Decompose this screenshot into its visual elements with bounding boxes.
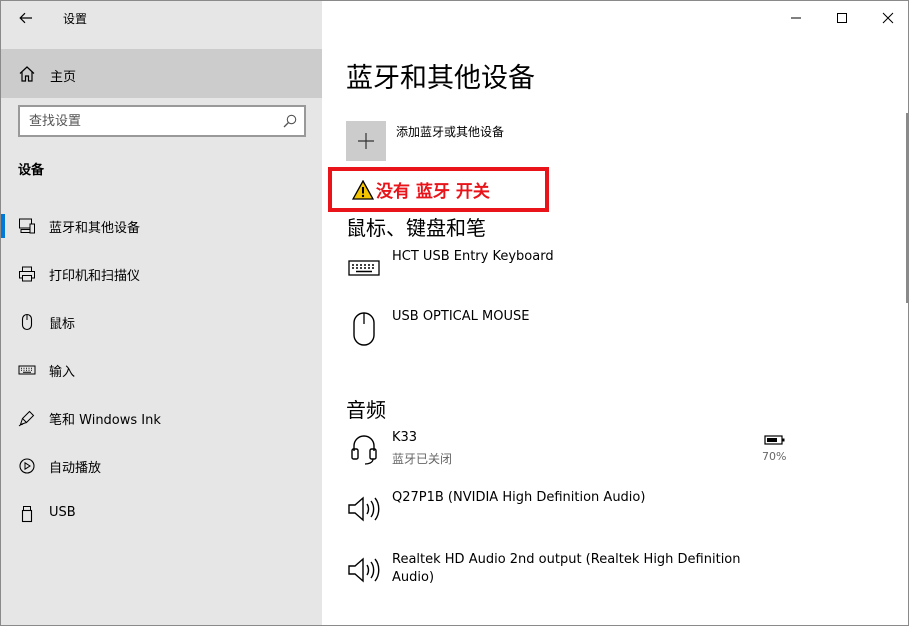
sidebar-item-label: 鼠标 (49, 317, 76, 332)
close-icon (882, 12, 894, 24)
speaker-icon (346, 490, 382, 528)
app-title: 设置 (63, 12, 88, 26)
device-item[interactable]: HCT USB Entry Keyboard (346, 249, 866, 305)
sidebar-item-label: 输入 (49, 365, 76, 380)
search-input[interactable] (20, 107, 260, 135)
group-title-input: 鼠标、键盘和笔 (346, 216, 486, 240)
maximize-icon (837, 13, 847, 23)
battery-icon (764, 435, 785, 445)
main-panel: 蓝牙和其他设备 添加蓝牙或其他设备 没有 蓝牙 开关 鼠标、键盘和笔 HCT U… (322, 1, 908, 625)
scrollbar[interactable] (906, 113, 908, 303)
sidebar-item-label: USB (49, 505, 76, 520)
section-title: 设备 (18, 163, 45, 178)
minimize-icon (791, 17, 801, 19)
autoplay-icon (18, 457, 36, 475)
keyboard-icon (18, 361, 36, 379)
sidebar-item-bluetooth[interactable]: 蓝牙和其他设备 (1, 204, 322, 248)
annotation-text: 没有 蓝牙 开关 (376, 182, 490, 202)
device-name: USB OPTICAL MOUSE (392, 309, 530, 324)
sidebar-item-usb[interactable]: USB (1, 492, 322, 536)
sidebar-item-label: 打印机和扫描仪 (49, 269, 141, 284)
mouse-icon (346, 309, 382, 349)
add-device-button[interactable] (346, 121, 386, 161)
device-item[interactable]: USB OPTICAL MOUSE (346, 309, 866, 365)
usb-icon (18, 505, 36, 523)
group-title-audio: 音频 (346, 398, 386, 422)
home-icon (19, 66, 35, 82)
sidebar-item-printers[interactable]: 打印机和扫描仪 (1, 252, 322, 296)
page-title: 蓝牙和其他设备 (346, 63, 535, 94)
warning-icon (352, 179, 374, 200)
device-name: K33 (392, 430, 418, 445)
sidebar-item-label: 主页 (50, 70, 77, 85)
device-name: Realtek HD Audio 2nd output (Realtek Hig… (392, 552, 741, 585)
back-button[interactable] (9, 3, 43, 33)
annotation-box: 没有 蓝牙 开关 (328, 167, 549, 212)
pen-icon (18, 409, 36, 427)
mouse-icon (18, 313, 36, 331)
device-name: HCT USB Entry Keyboard (392, 249, 554, 264)
device-item[interactable]: Realtek HD Audio 2nd output (Realtek Hig… (346, 551, 866, 607)
sidebar-item-mouse[interactable]: 鼠标 (1, 300, 322, 344)
close-button[interactable] (865, 3, 908, 33)
sidebar-item-label: 自动播放 (49, 461, 102, 476)
sidebar-item-pen[interactable]: 笔和 Windows Ink (1, 396, 322, 440)
sidebar-item-label: 蓝牙和其他设备 (49, 221, 141, 236)
device-status: 蓝牙已关闭 (392, 452, 453, 466)
speaker-icon (346, 551, 382, 589)
minimize-button[interactable] (773, 3, 819, 33)
printer-icon (18, 265, 36, 283)
maximize-button[interactable] (819, 3, 865, 33)
search-box (18, 105, 306, 137)
back-arrow-icon (19, 12, 32, 24)
device-name: Q27P1B (NVIDIA High Definition Audio) (392, 490, 646, 505)
sidebar: 设置 主页 设备 蓝牙和其他设备 (1, 1, 322, 625)
device-item[interactable]: K33 蓝牙已关闭 70% (346, 430, 866, 486)
bluetooth-devices-icon (18, 217, 36, 235)
add-device-label[interactable]: 添加蓝牙或其他设备 (396, 123, 504, 140)
search-icon[interactable] (282, 113, 298, 129)
plus-icon (358, 133, 374, 149)
battery-level: 70% (762, 450, 787, 463)
sidebar-item-typing[interactable]: 输入 (1, 348, 322, 392)
sidebar-item-autoplay[interactable]: 自动播放 (1, 444, 322, 488)
sidebar-item-label: 笔和 Windows Ink (49, 413, 161, 428)
sidebar-item-home[interactable]: 主页 (1, 49, 322, 98)
settings-window: 设置 主页 设备 蓝牙和其他设备 (0, 0, 909, 626)
headset-icon (346, 430, 382, 468)
device-item[interactable]: Q27P1B (NVIDIA High Definition Audio) (346, 490, 866, 546)
title-bar: 设置 (1, 1, 322, 35)
keyboard-icon (346, 249, 382, 287)
